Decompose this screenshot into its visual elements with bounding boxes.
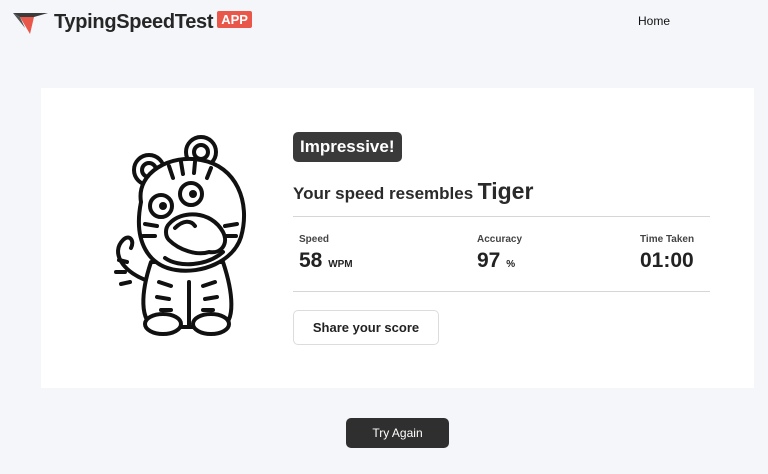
result-card: Impressive! Your speed resembles Tiger S…: [41, 88, 754, 388]
nav-home-link[interactable]: Home: [638, 14, 670, 28]
divider-bottom: [293, 291, 710, 292]
stat-accuracy: Accuracy 97 %: [477, 234, 522, 273]
tiger-illustration: [114, 135, 247, 336]
brand[interactable]: TypingSpeedTest APP: [12, 9, 252, 35]
stat-label: Accuracy: [477, 234, 523, 245]
result-badge: Impressive!: [293, 132, 402, 162]
stat-number: 58: [299, 249, 323, 272]
stat-number: 97: [477, 249, 501, 272]
top-navbar: TypingSpeedTest APP Home: [0, 0, 768, 44]
stat-label: Time Taken: [640, 234, 695, 245]
stat-speed: Speed 58 WPM: [299, 234, 353, 273]
stat-time-taken: Time Taken 01:00: [640, 234, 694, 273]
stat-number: 01:00: [640, 249, 694, 272]
try-again-button[interactable]: Try Again: [346, 418, 449, 448]
stat-label: Speed: [299, 234, 330, 245]
stat-value: 97 %: [477, 249, 522, 273]
stat-value: 58 WPM: [299, 249, 353, 273]
resembles-animal: Tiger: [477, 178, 534, 204]
stat-unit: WPM: [328, 259, 353, 270]
brand-name: TypingSpeedTest: [54, 10, 214, 33]
stat-unit: %: [506, 259, 516, 270]
resembles-heading: Your speed resembles Tiger: [293, 178, 533, 205]
brand-logo-icon: [13, 13, 48, 34]
share-score-button[interactable]: Share your score: [293, 310, 439, 345]
brand-badge: APP: [217, 10, 252, 28]
resembles-lead: Your speed resembles: [293, 184, 474, 203]
stat-value: 01:00: [640, 249, 694, 273]
divider-top: [293, 216, 710, 217]
